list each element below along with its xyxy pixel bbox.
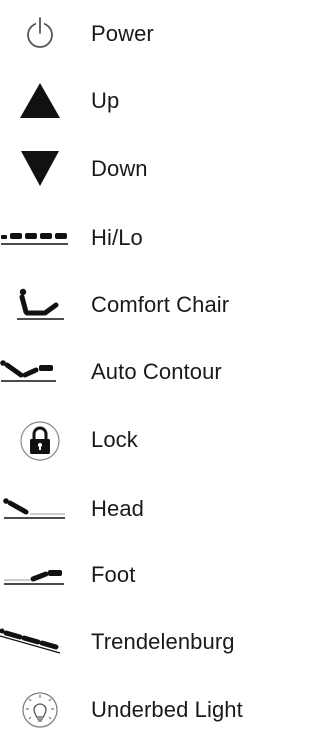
legend-item-underbed-light: Underbed Light [0,683,278,737]
legend-item-trendelenburg: Trendelenburg [0,615,278,669]
legend-item-comfort-chair: Comfort Chair [0,278,278,332]
auto-contour-icon [0,345,80,399]
legend-label-up: Up [91,88,120,113]
legend-label-lock: Lock [91,427,138,452]
head-icon [0,482,80,536]
legend-label-power: Power [91,21,154,46]
legend-item-down: Down [0,142,278,196]
legend-label-foot: Foot [91,562,136,587]
legend-item-lock: Lock [0,413,278,467]
legend-label-trendelenburg: Trendelenburg [91,629,235,654]
legend-item-up: Up [0,74,278,128]
comfort-chair-icon [0,278,80,332]
legend-item-power: Power [0,7,278,61]
power-icon [0,7,80,61]
legend-label-head: Head [91,496,144,521]
legend-item-foot: Foot [0,548,278,602]
underbed-light-icon [0,683,80,737]
legend-item-hi-lo: Hi/Lo [0,211,278,265]
bed-control-legend: Power Up Down Hi/Lo Comfort Chair Auto C… [0,0,278,752]
legend-label-comfort-chair: Comfort Chair [91,292,230,317]
foot-icon [0,548,80,602]
legend-label-down: Down [91,156,148,181]
lock-icon [0,413,80,467]
down-arrow-icon [0,142,80,196]
legend-label-auto-contour: Auto Contour [91,359,222,384]
up-arrow-icon [0,74,80,128]
legend-item-head: Head [0,482,278,536]
legend-label-underbed-light: Underbed Light [91,697,243,722]
legend-item-auto-contour: Auto Contour [0,345,278,399]
legend-label-hi-lo: Hi/Lo [91,225,143,250]
hi-lo-icon [0,211,80,265]
trendelenburg-icon [0,615,80,669]
